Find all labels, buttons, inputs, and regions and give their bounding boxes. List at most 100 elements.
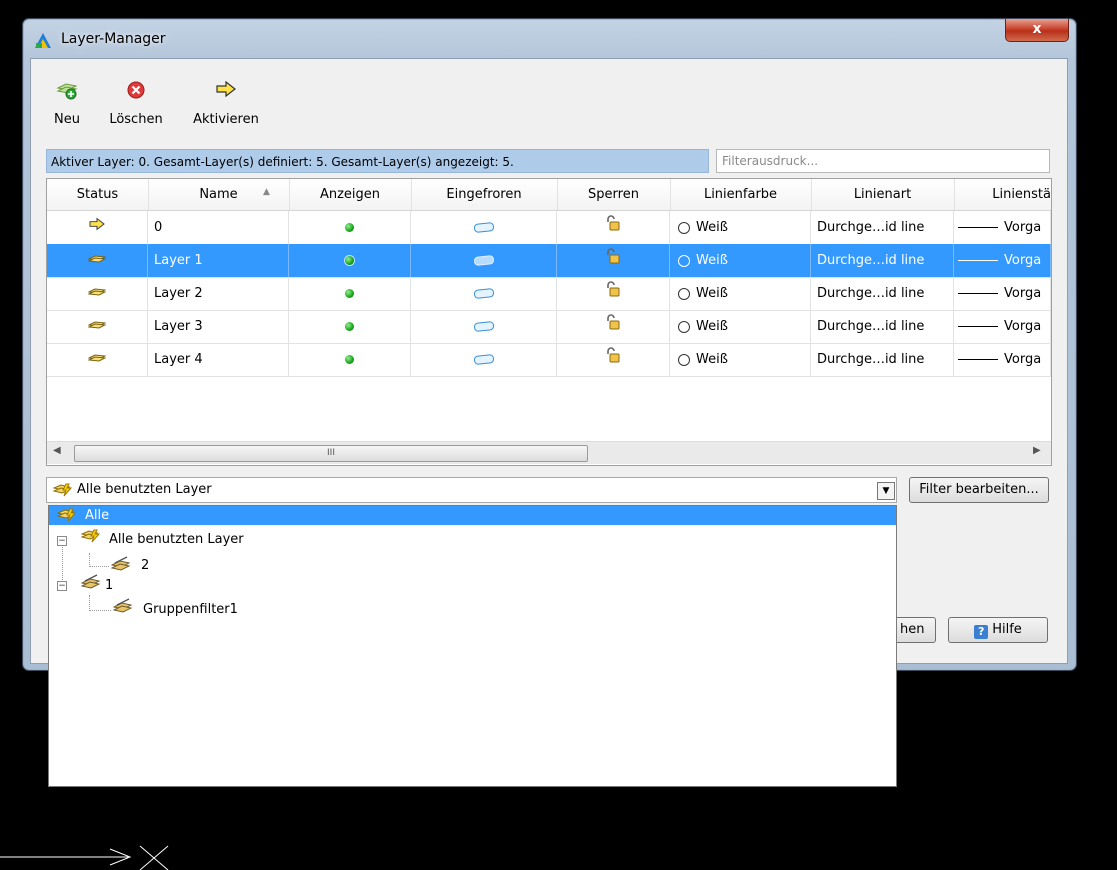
linetype-cell[interactable]: Durchge…id line xyxy=(811,343,954,376)
frozen-toggle[interactable] xyxy=(411,244,557,277)
linetype-cell[interactable]: Durchge…id line xyxy=(811,244,954,277)
table-row[interactable]: Layer 1 Weiß Durchge…id line Vorga xyxy=(47,244,1051,278)
line-color-cell[interactable]: Weiß xyxy=(670,277,811,310)
unlocked-padlock-icon xyxy=(606,211,620,244)
lineweight-cell[interactable]: Vorga xyxy=(954,343,1051,376)
column-name-label: Name xyxy=(199,187,238,202)
visible-toggle[interactable] xyxy=(289,277,411,310)
frozen-toggle[interactable] xyxy=(411,211,557,244)
lineweight-cell[interactable]: Vorga xyxy=(954,244,1051,277)
activate-label: Aktivieren xyxy=(193,112,259,127)
collapse-toggle[interactable]: − xyxy=(57,536,67,546)
linetype-cell[interactable]: Durchge…id line xyxy=(811,211,954,244)
visible-toggle[interactable] xyxy=(289,310,411,343)
window-title: Layer-Manager xyxy=(61,31,166,47)
column-header-linecolor[interactable]: Linienfarbe xyxy=(670,179,812,210)
status-cell[interactable] xyxy=(47,277,148,310)
partially-hidden-button[interactable]: hen xyxy=(896,617,936,643)
lineweight-cell[interactable]: Vorga xyxy=(954,310,1051,343)
table-row[interactable]: 0 Weiß Durchge…id line Vorga xyxy=(47,211,1051,245)
dropdown-item-all[interactable]: Alle xyxy=(49,506,896,525)
thawed-icon xyxy=(473,320,494,333)
visible-dot-icon xyxy=(345,256,354,265)
lock-toggle[interactable] xyxy=(557,277,670,310)
layer-name-cell[interactable]: Layer 2 xyxy=(148,277,289,310)
column-header-locked[interactable]: Sperren xyxy=(557,179,671,210)
lock-toggle[interactable] xyxy=(557,244,670,277)
frozen-toggle[interactable] xyxy=(411,343,557,376)
lock-toggle[interactable] xyxy=(557,343,670,376)
visible-dot-icon xyxy=(345,289,354,298)
layer-filter-combobox[interactable]: Alle benutzten Layer ▼ xyxy=(46,477,897,503)
horizontal-scrollbar[interactable]: ◀ III ▶ xyxy=(47,441,1051,464)
unlocked-padlock-icon xyxy=(606,343,620,376)
column-header-frozen[interactable]: Eingefroren xyxy=(411,179,558,210)
tree-connector xyxy=(89,595,90,611)
delete-layer-button[interactable]: Löschen xyxy=(106,80,166,135)
filter-dropdown-list[interactable]: Alle − Alle benutzten Layer 2 − 1 Gruppe… xyxy=(48,505,897,787)
visible-toggle[interactable] xyxy=(289,211,411,244)
collapse-toggle[interactable]: − xyxy=(57,581,67,591)
activate-layer-button[interactable]: Aktivieren xyxy=(188,80,264,135)
line-sample xyxy=(958,227,998,228)
line-sample xyxy=(958,293,998,294)
group-filter-icon xyxy=(110,556,131,578)
layer-icon xyxy=(87,277,107,310)
chevron-down-icon[interactable]: ▼ xyxy=(877,482,895,500)
line-color-cell[interactable]: Weiß xyxy=(670,343,811,376)
tree-item-1[interactable]: 1 xyxy=(105,578,113,593)
lineweight-cell[interactable]: Vorga xyxy=(954,277,1051,310)
table-row[interactable]: Layer 3 Weiß Durchge…id line Vorga xyxy=(47,310,1051,344)
close-button[interactable]: x xyxy=(1005,19,1069,42)
layer-icon xyxy=(87,343,107,376)
visible-toggle[interactable] xyxy=(289,343,411,376)
scroll-right-icon[interactable]: ▶ xyxy=(1033,445,1041,456)
line-color-cell[interactable]: Weiß xyxy=(670,211,811,244)
frozen-toggle[interactable] xyxy=(411,310,557,343)
title-bar[interactable]: Layer-Manager x xyxy=(23,19,1076,59)
column-header-visible[interactable]: Anzeigen xyxy=(289,179,412,210)
linetype-cell[interactable]: Durchge…id line xyxy=(811,310,954,343)
tree-item-used-layers[interactable]: Alle benutzten Layer xyxy=(109,532,244,547)
tree-item-group-filter[interactable]: Gruppenfilter1 xyxy=(143,602,238,617)
used-layers-filter-icon xyxy=(52,482,73,502)
lock-toggle[interactable] xyxy=(557,211,670,244)
status-cell[interactable] xyxy=(47,343,148,376)
new-layer-button[interactable]: Neu xyxy=(50,80,84,135)
layer-name-cell[interactable]: Layer 1 xyxy=(148,244,289,277)
visible-dot-icon xyxy=(345,355,354,364)
tree-item-2[interactable]: 2 xyxy=(141,558,149,573)
line-color-label: Weiß xyxy=(696,319,728,334)
dropdown-item-label: Alle xyxy=(85,508,110,523)
color-swatch-icon xyxy=(678,320,690,333)
line-color-cell[interactable]: Weiß xyxy=(670,244,811,277)
combobox-selected-value: Alle benutzten Layer xyxy=(77,482,212,497)
layer-name-cell[interactable]: Layer 4 xyxy=(148,343,289,376)
visible-toggle[interactable] xyxy=(289,244,411,277)
unlocked-padlock-icon xyxy=(606,277,620,310)
all-layers-filter-icon xyxy=(56,507,77,529)
table-row[interactable]: Layer 4 Weiß Durchge…id line Vorga xyxy=(47,343,1051,377)
column-header-name[interactable]: Name ▲ xyxy=(148,179,290,210)
table-row[interactable]: Layer 2 Weiß Durchge…id line Vorga xyxy=(47,277,1051,311)
lock-toggle[interactable] xyxy=(557,310,670,343)
status-cell[interactable] xyxy=(47,211,148,244)
layer-name-cell[interactable]: Layer 3 xyxy=(148,310,289,343)
frozen-toggle[interactable] xyxy=(411,277,557,310)
line-color-cell[interactable]: Weiß xyxy=(670,310,811,343)
column-header-lineweight[interactable]: Linienstä xyxy=(954,179,1051,210)
filter-expression-input[interactable] xyxy=(716,149,1050,173)
lineweight-cell[interactable]: Vorga xyxy=(954,211,1051,244)
scroll-left-icon[interactable]: ◀ xyxy=(53,445,61,456)
column-header-linetype[interactable]: Linienart xyxy=(811,179,955,210)
edit-filter-button[interactable]: Filter bearbeiten... xyxy=(909,477,1049,503)
thawed-icon xyxy=(473,254,494,267)
linetype-cell[interactable]: Durchge…id line xyxy=(811,277,954,310)
scrollbar-thumb[interactable]: III xyxy=(74,445,588,462)
layer-name-cell[interactable]: 0 xyxy=(148,211,289,244)
column-header-status[interactable]: Status xyxy=(47,179,149,210)
active-arrow-icon xyxy=(88,211,106,244)
status-cell[interactable] xyxy=(47,244,148,277)
status-cell[interactable] xyxy=(47,310,148,343)
help-button[interactable]: ? Hilfe xyxy=(948,617,1048,643)
